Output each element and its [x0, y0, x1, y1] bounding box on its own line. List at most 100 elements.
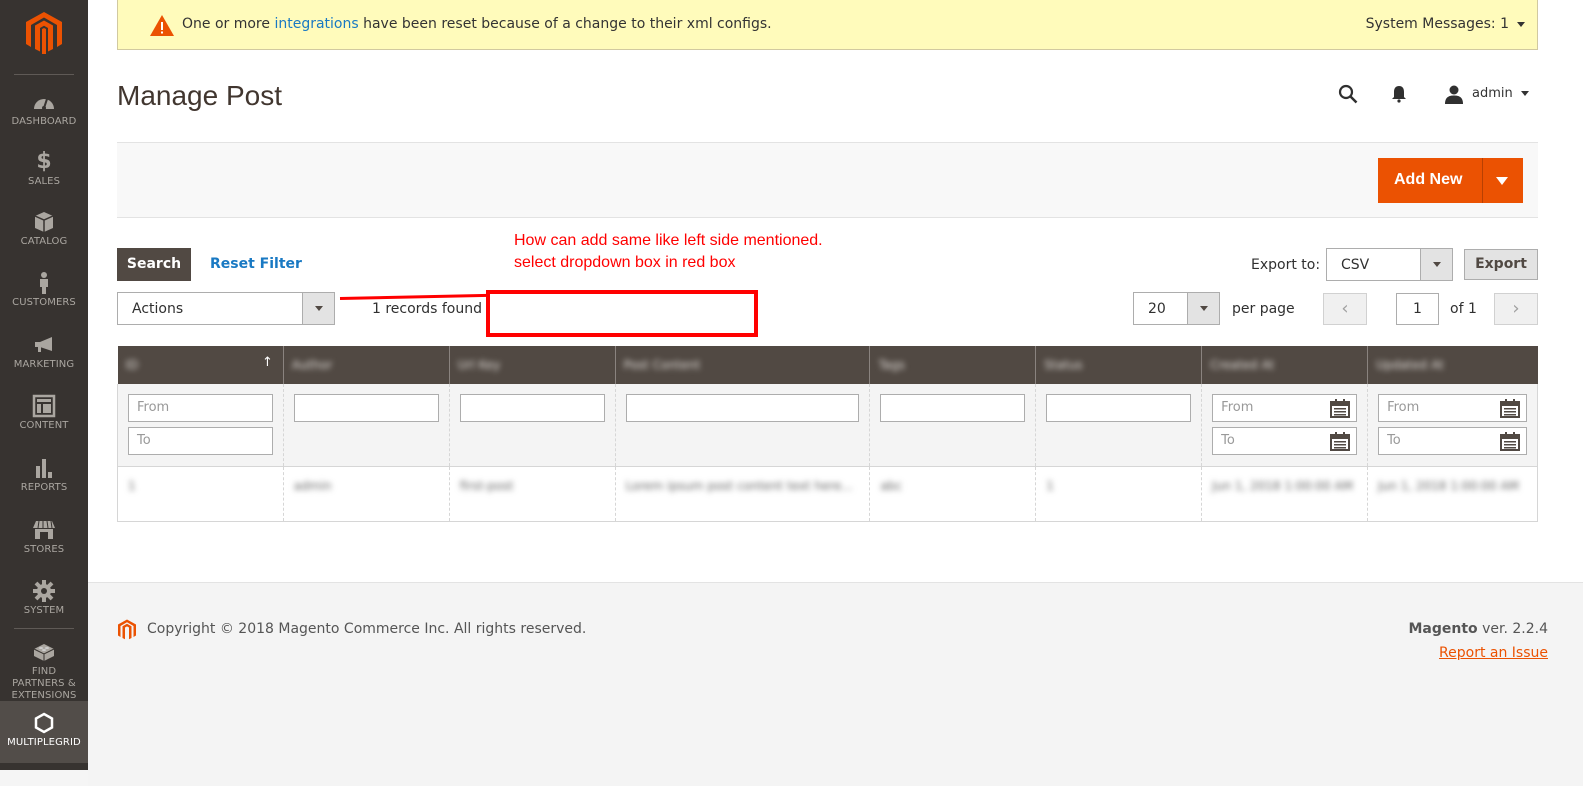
table-row[interactable]: 1 admin first-post Lorem ipsum post cont… — [117, 465, 1538, 522]
per-page-select[interactable]: 20 — [1133, 292, 1220, 325]
mass-actions-value: Actions — [132, 301, 184, 317]
annotation-text: How can add same like left side mentione… — [514, 230, 823, 274]
version-text: Magento ver. 2.2.4 — [1408, 621, 1548, 637]
sidebar-item-marketing[interactable]: MARKETING — [0, 333, 88, 391]
column-header-id[interactable]: ID ↑ — [117, 346, 284, 384]
sidebar-item-dashboard[interactable]: DASHBOARD — [0, 90, 88, 148]
annotation-line: select dropdown box in red box — [514, 254, 736, 271]
hexagon-icon — [34, 712, 54, 734]
box-icon — [34, 212, 54, 232]
sort-ascending-icon: ↑ — [261, 355, 273, 370]
export-format-value: CSV — [1341, 257, 1370, 273]
notifications-bell-icon[interactable] — [1390, 85, 1408, 103]
table-cell: first-post — [448, 465, 616, 522]
text-filter-input[interactable] — [625, 394, 860, 422]
column-header[interactable]: Post Content — [614, 346, 870, 384]
column-header[interactable]: Status — [1035, 346, 1202, 384]
add-new-button[interactable]: Add New — [1378, 158, 1523, 203]
records-found: 1 records found — [372, 301, 482, 317]
system-message-bar: One or more integrations have been reset… — [117, 0, 1538, 50]
next-page-button[interactable]: › — [1494, 293, 1538, 325]
sidebar-item-find-partners[interactable]: FIND PARTNERS & EXTENSIONS — [0, 640, 88, 701]
text-filter-input[interactable] — [1046, 394, 1192, 422]
report-issue-link[interactable]: Report an Issue — [1439, 645, 1548, 661]
megaphone-icon — [35, 337, 52, 352]
admin-sidebar: DASHBOARD $ SALES CATALOG CUSTOMERS MARK… — [0, 0, 88, 770]
integrations-link[interactable]: integrations — [274, 16, 358, 32]
export-format-select[interactable]: CSV — [1326, 248, 1453, 281]
sidebar-item-label: REPORTS — [20, 482, 68, 493]
sidebar-item-label: MARKETING — [13, 359, 75, 370]
column-header[interactable]: Created At — [1201, 346, 1368, 384]
column-header[interactable]: Updated At — [1367, 346, 1538, 384]
sidebar-item-multiplegrid[interactable]: MULTIPLEGRID — [0, 701, 88, 763]
table-cell: admin — [282, 465, 450, 522]
text-filter-input[interactable] — [293, 394, 439, 422]
sidebar-item-content[interactable]: CONTENT — [0, 394, 88, 452]
calendar-icon[interactable] — [1500, 399, 1520, 418]
user-icon[interactable] — [1444, 84, 1464, 104]
sidebar-item-sales[interactable]: $ SALES — [0, 150, 88, 208]
column-header[interactable]: Author — [282, 346, 450, 384]
system-messages-toggle[interactable]: System Messages: 1 — [1366, 16, 1525, 32]
sidebar-item-label: CUSTOMERS — [12, 297, 76, 308]
storefront-icon — [33, 520, 55, 539]
reset-filter-link[interactable]: Reset Filter — [210, 256, 302, 272]
sidebar-item-catalog[interactable]: CATALOG — [0, 210, 88, 268]
created-from-filter[interactable]: From — [1212, 394, 1358, 422]
sidebar-item-label: DASHBOARD — [11, 116, 77, 127]
grid-header-row: ID ↑ Author Url Key Post Content Tags Sta… — [117, 346, 1538, 384]
add-new-dropdown-icon[interactable] — [1496, 177, 1508, 185]
sidebar-divider — [14, 74, 74, 75]
layout-icon — [32, 394, 56, 418]
column-header[interactable]: Tags — [869, 346, 1036, 384]
sidebar-divider — [14, 628, 74, 629]
previous-page-button[interactable]: ‹ — [1323, 293, 1367, 325]
column-header[interactable]: Url Key — [448, 346, 616, 384]
per-page-value: 20 — [1148, 301, 1166, 317]
chevron-down-icon — [1520, 91, 1529, 96]
magento-logo-icon — [118, 619, 136, 640]
sidebar-item-label: MULTIPLEGRID — [7, 737, 81, 748]
created-to-filter[interactable]: To — [1212, 427, 1358, 455]
sidebar-item-customers[interactable]: CUSTOMERS — [0, 271, 88, 329]
table-cell: Jun 1, 2018 1:00:00 AM — [1201, 465, 1368, 522]
annotation-red-box — [486, 290, 758, 337]
search-icon[interactable] — [1338, 84, 1358, 104]
sidebar-item-label: FIND PARTNERS & EXTENSIONS — [11, 666, 77, 701]
id-to-filter[interactable]: To — [128, 427, 273, 455]
table-cell: 1 — [1035, 465, 1202, 522]
sidebar-item-label: SYSTEM — [23, 605, 65, 616]
table-cell: Lorem ipsum post content text here... — [614, 465, 870, 522]
chevron-down-icon — [302, 293, 334, 324]
sidebar-item-label: STORES — [23, 544, 65, 555]
page-title: Manage Post — [117, 80, 282, 111]
sidebar-item-label: CATALOG — [20, 236, 68, 247]
text-filter-input[interactable] — [880, 394, 1026, 422]
calendar-icon[interactable] — [1330, 432, 1351, 451]
text-filter-input[interactable] — [459, 394, 605, 422]
split-divider — [1482, 158, 1483, 203]
chevron-down-icon — [1517, 21, 1525, 27]
main-content: One or more integrations have been reset… — [88, 0, 1583, 786]
grid-filter-row: From To From To From To — [117, 384, 1538, 466]
id-from-filter[interactable]: From — [128, 394, 273, 422]
person-icon — [40, 272, 48, 294]
copyright-text: Copyright © 2018 Magento Commerce Inc. A… — [147, 621, 587, 637]
updated-to-filter[interactable]: To — [1378, 427, 1527, 455]
gear-icon — [33, 580, 55, 602]
mass-actions-select[interactable]: Actions — [117, 292, 335, 325]
updated-from-filter[interactable]: From — [1378, 394, 1527, 422]
per-page-label: per page — [1232, 301, 1295, 317]
sidebar-item-reports[interactable]: REPORTS — [0, 456, 88, 514]
export-button[interactable]: Export — [1464, 249, 1538, 280]
sidebar-item-stores[interactable]: STORES — [0, 518, 88, 576]
user-menu[interactable]: admin — [1472, 86, 1529, 101]
magento-logo-icon[interactable] — [26, 12, 62, 54]
calendar-icon[interactable] — [1330, 399, 1351, 418]
page-total: of 1 — [1450, 301, 1477, 317]
search-button[interactable]: Search — [117, 248, 191, 281]
calendar-icon[interactable] — [1500, 432, 1520, 451]
page-number-input[interactable]: 1 — [1396, 293, 1439, 325]
sidebar-item-label: CONTENT — [19, 420, 69, 431]
